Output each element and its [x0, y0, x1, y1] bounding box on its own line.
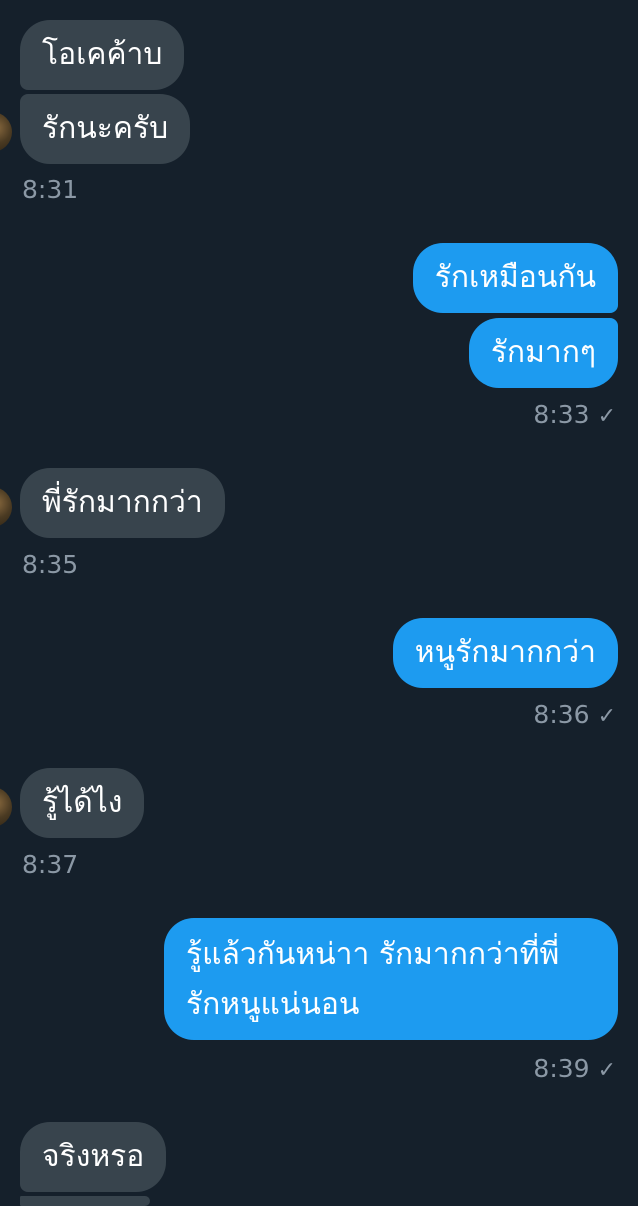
incoming-message[interactable]: จริงหรอ — [20, 1122, 167, 1192]
message-timestamp: 8:36 ✓ — [533, 700, 616, 729]
avatar[interactable] — [0, 787, 12, 827]
incoming-message[interactable]: รักนะครับ — [20, 94, 191, 164]
avatar[interactable] — [0, 487, 12, 527]
message-timestamp: 8:39 ✓ — [533, 1054, 616, 1083]
message-text: รักนะครับ — [42, 111, 169, 146]
sent-check-icon: ✓ — [597, 404, 616, 429]
message-text-line: รักหนูแน่นอน — [186, 987, 360, 1022]
sent-check-icon: ✓ — [597, 704, 616, 729]
message-timestamp: 8:35 — [22, 550, 79, 579]
message-text: รักมากๆ — [490, 335, 596, 370]
message-timestamp: 8:33 ✓ — [533, 400, 616, 429]
message-text-line: รู้แล้วกันหน่าา รักมากกว่าที่พี่ — [186, 937, 560, 972]
message-timestamp: 8:37 — [22, 850, 79, 879]
incoming-message[interactable]: รู้ได้ไง — [20, 768, 145, 838]
outgoing-message[interactable]: รักเหมือนกัน — [412, 243, 618, 313]
message-text: หนูรักมากกว่า — [414, 635, 596, 670]
message-text: รักเหมือนกัน — [434, 260, 596, 295]
avatar[interactable] — [0, 112, 12, 152]
message-text: พี่รักมากกว่า — [42, 485, 203, 520]
incoming-message-partial[interactable] — [20, 1196, 150, 1206]
incoming-message[interactable]: พี่รักมากกว่า — [20, 468, 225, 538]
outgoing-message[interactable]: รักมากๆ — [468, 318, 618, 388]
outgoing-message[interactable]: รู้แล้วกันหน่าา รักมากกว่าที่พี่ รักหนูแ… — [164, 918, 618, 1040]
incoming-message[interactable]: โอเคค้าบ — [20, 20, 185, 90]
sent-check-icon: ✓ — [597, 1058, 616, 1083]
message-text: รู้ได้ไง — [42, 785, 123, 820]
outgoing-message[interactable]: หนูรักมากกว่า — [392, 618, 618, 688]
message-text: จริงหรอ — [42, 1139, 145, 1174]
message-text: โอเคค้าบ — [42, 37, 163, 72]
message-timestamp: 8:31 — [22, 175, 79, 204]
